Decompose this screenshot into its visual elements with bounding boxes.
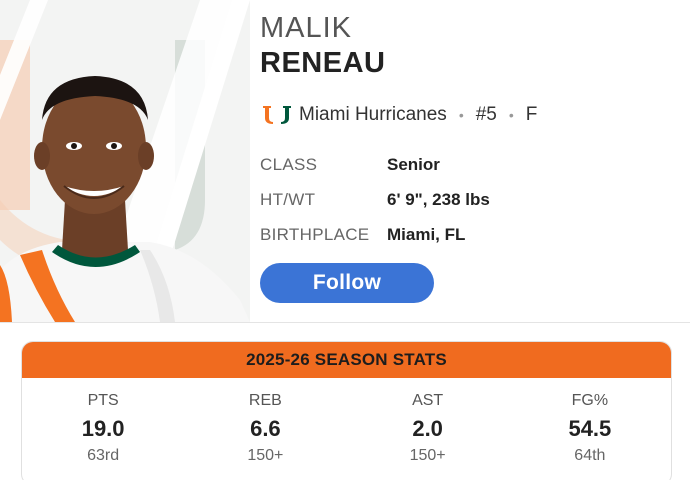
- player-position: F: [525, 104, 538, 125]
- team-name-link[interactable]: Miami Hurricanes: [299, 104, 447, 126]
- player-last-name: RENEAU: [260, 47, 386, 79]
- stat-label: REB: [248, 392, 282, 409]
- miami-u-logo-icon: [263, 106, 291, 124]
- info-value: Miami, FL: [387, 224, 466, 244]
- stat-label: FG%: [571, 392, 609, 409]
- player-first-name: MALIK: [260, 12, 353, 44]
- stat-rank: 150+: [409, 447, 446, 464]
- stat-rank: 150+: [247, 447, 284, 464]
- stat-reb: REB 6.6 150+: [184, 392, 346, 468]
- team-line: Miami Hurricanes • #5 • F: [262, 103, 537, 127]
- info-label: HT/WT: [260, 189, 316, 209]
- separator-dot: •: [508, 107, 514, 123]
- jersey-number: #5: [475, 104, 497, 125]
- stat-label: PTS: [87, 392, 119, 409]
- stat-label: AST: [412, 392, 444, 409]
- stat-pts: PTS 19.0 63rd: [22, 392, 184, 468]
- player-info-table: CLASS Senior HT/WT 6' 9", 238 lbs BIRTHP…: [260, 147, 490, 252]
- info-label: CLASS: [260, 154, 318, 174]
- player-photo: [0, 0, 250, 322]
- stat-value: 2.0: [412, 416, 443, 441]
- info-label: BIRTHPLACE: [260, 224, 370, 244]
- stat-value: 54.5: [568, 416, 612, 441]
- info-row-birthplace: BIRTHPLACE Miami, FL: [260, 217, 490, 252]
- stat-value: 19.0: [81, 416, 125, 441]
- stat-ast: AST 2.0 150+: [347, 392, 509, 468]
- season-stats-title: 2025-26 SEASON STATS: [22, 342, 671, 378]
- stat-value: 6.6: [250, 416, 281, 441]
- info-row-ht-wt: HT/WT 6' 9", 238 lbs: [260, 182, 490, 217]
- player-header: MALIK RENEAU Miami Hurricanes • #5 • F C…: [0, 0, 690, 322]
- separator-dot: •: [458, 107, 464, 123]
- stats-grid: PTS 19.0 63rd REB 6.6 150+ AST 2.0 150+ …: [22, 378, 671, 468]
- season-stats-card: 2025-26 SEASON STATS PTS 19.0 63rd REB 6…: [21, 341, 672, 480]
- stat-fg-pct: FG% 54.5 64th: [509, 392, 671, 468]
- info-value: Senior: [387, 154, 440, 174]
- info-row-class: CLASS Senior: [260, 147, 490, 182]
- follow-button[interactable]: Follow: [260, 263, 434, 303]
- stat-rank: 63rd: [87, 447, 120, 464]
- stat-rank: 64th: [574, 447, 606, 464]
- info-value: 6' 9", 238 lbs: [387, 189, 490, 209]
- section-divider: [0, 322, 690, 323]
